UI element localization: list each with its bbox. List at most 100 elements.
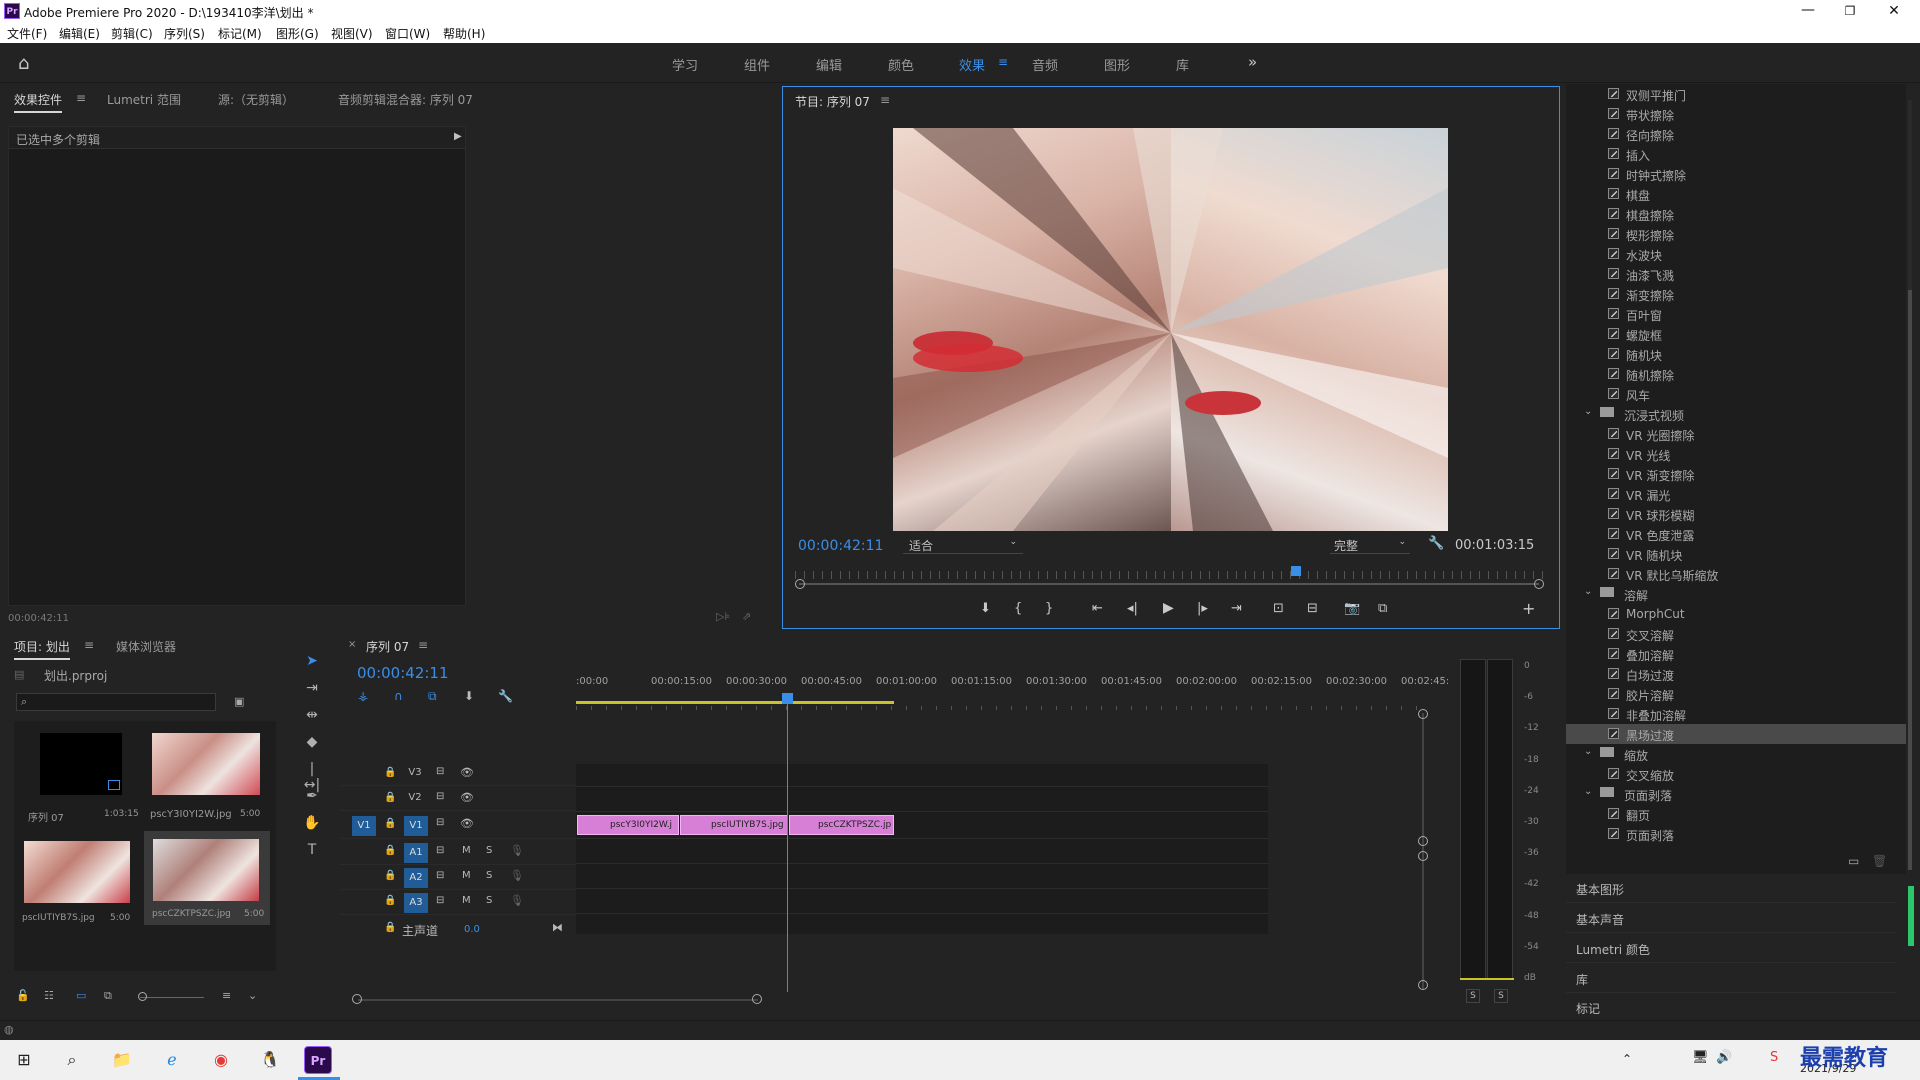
menu-sequence[interactable]: 序列(S) (164, 25, 205, 42)
effect-item[interactable]: 胶片溶解 (1566, 684, 1906, 704)
panel-menu-icon[interactable]: ≡ (76, 91, 86, 105)
eye-icon[interactable]: 👁 (460, 817, 474, 830)
microphone-icon[interactable]: 🎙 (510, 869, 524, 882)
menu-graphics[interactable]: 图形(G) (276, 25, 319, 42)
effect-item[interactable]: VR 默比乌斯缩放 (1566, 564, 1906, 584)
effect-item[interactable]: MorphCut (1566, 604, 1906, 624)
slider-knob[interactable] (138, 992, 147, 1001)
ime-icon[interactable]: S (1770, 1050, 1778, 1065)
effects-folder[interactable]: ⌄ 页面剥落 (1566, 784, 1906, 804)
chevron-down-icon[interactable]: ⌄ (1584, 406, 1592, 417)
track-label[interactable]: V2 (404, 792, 426, 803)
effect-item[interactable]: VR 随机块 (1566, 544, 1906, 564)
lock-icon[interactable]: 🔒 (384, 895, 396, 906)
new-search-bin-icon[interactable]: ▣ (234, 695, 244, 708)
tab-sequence[interactable]: 序列 07 (366, 638, 409, 655)
project-item[interactable]: pscIUTIYB7S.jpg 5:00 (18, 837, 136, 939)
program-current-timecode[interactable]: 00:00:42:11 (798, 538, 883, 554)
effect-item[interactable]: VR 漏光 (1566, 484, 1906, 504)
lock-icon[interactable]: 🔒 (384, 792, 396, 803)
effect-item[interactable]: 百叶窗 (1566, 304, 1906, 324)
track-label[interactable]: A2 (404, 868, 428, 888)
show-hidden-icons[interactable]: ⌃ (1622, 1052, 1632, 1066)
effect-item[interactable]: 白场过渡 (1566, 664, 1906, 684)
export-icon[interactable]: ⇗ (742, 610, 751, 623)
tab-lumetri-scopes[interactable]: Lumetri 范围 (107, 91, 181, 108)
delete-icon[interactable]: 🗑 (1872, 854, 1887, 868)
step-forward-icon[interactable]: |▸ (1197, 601, 1208, 616)
add-marker-icon[interactable]: ⬇ (980, 601, 991, 616)
slip-tool-icon[interactable]: |↔| (302, 761, 322, 793)
more-workspaces-icon[interactable]: » (1248, 53, 1257, 71)
zoom-handle-left[interactable] (795, 579, 805, 589)
play-icon[interactable]: ▶ (1163, 600, 1174, 616)
source-patch-v1[interactable]: V1 (352, 816, 376, 836)
tab-audio-clip-mixer[interactable]: 音频剪辑混合器: 序列 07 (338, 91, 473, 108)
scroll-handle[interactable] (1418, 836, 1428, 846)
network-icon[interactable]: 🖥 (1692, 1050, 1709, 1065)
section-lumetri-color[interactable]: Lumetri 颜色 (1566, 934, 1896, 963)
work-area-bar[interactable] (576, 701, 894, 704)
effect-item[interactable]: 水波块 (1566, 244, 1906, 264)
sync-lock-icon[interactable]: ⊟ (436, 870, 444, 881)
program-playhead[interactable] (1291, 566, 1301, 576)
section-essential-sound[interactable]: 基本声音 (1566, 904, 1896, 933)
menu-help[interactable]: 帮助(H) (443, 25, 485, 42)
extract-icon[interactable]: ⊟ (1307, 601, 1318, 616)
sort-icon[interactable]: ≡ (222, 989, 231, 1002)
chevron-down-icon[interactable]: ⌄ (1584, 746, 1592, 757)
menu-window[interactable]: 窗口(W) (385, 25, 430, 42)
effect-item[interactable]: VR 渐变擦除 (1566, 464, 1906, 484)
sync-lock-icon[interactable]: ⊟ (436, 791, 444, 802)
track-select-tool-icon[interactable]: ⇥ (302, 680, 322, 700)
nest-toggle-icon[interactable]: ⚶ (358, 689, 368, 703)
solo-button[interactable]: S (486, 845, 492, 856)
type-tool-icon[interactable]: T (302, 842, 322, 862)
selection-tool-icon[interactable]: ➤ (302, 653, 322, 673)
project-item-selected[interactable]: pscCZKTPSZC.jpg 5:00 (144, 831, 270, 925)
timeline-clip[interactable]: pscY3I0YI2W.j (577, 815, 679, 835)
timeline-menu-icon[interactable]: ≡ (418, 638, 428, 652)
premiere-taskbar-icon[interactable]: Pr (304, 1046, 332, 1074)
sync-lock-icon[interactable]: ⊟ (436, 817, 444, 828)
solo-button[interactable]: S (486, 870, 492, 881)
new-bin-icon[interactable]: ▭ (1848, 854, 1859, 868)
effects-scroll-thumb[interactable] (1908, 290, 1912, 870)
microphone-icon[interactable]: 🎙 (510, 844, 524, 857)
quality-dropdown[interactable]: 完整 ⌄ (1330, 536, 1410, 554)
scroll-handle[interactable] (1418, 709, 1428, 719)
filter-icon[interactable]: ▷⊧ (716, 610, 730, 623)
home-icon[interactable]: ⌂ (18, 53, 38, 74)
wrench-icon[interactable]: 🔧 (1428, 536, 1444, 551)
effect-item[interactable]: 径向擦除 (1566, 124, 1906, 144)
workspace-assembly[interactable]: 组件 (744, 55, 770, 74)
menu-view[interactable]: 视图(V) (331, 25, 373, 42)
zoom-handle-right[interactable] (1534, 579, 1544, 589)
tab-media-browser[interactable]: 媒体浏览器 (116, 638, 176, 655)
ripple-edit-tool-icon[interactable]: ⇹ (302, 707, 322, 727)
linked-selection-icon[interactable]: ⧉ (428, 689, 437, 704)
mark-out-icon[interactable]: } (1045, 601, 1053, 616)
workspace-menu-icon[interactable]: ≡ (998, 55, 1008, 69)
comparison-view-icon[interactable]: ⧉ (1378, 601, 1387, 616)
mute-button[interactable]: M (462, 895, 471, 906)
windows-start-icon[interactable]: ⊞ (10, 1046, 38, 1074)
lock-icon[interactable]: 🔒 (384, 870, 396, 881)
lock-icon[interactable]: 🔒 (384, 922, 396, 933)
go-to-out-icon[interactable]: ⇥ (1231, 601, 1242, 616)
effect-item[interactable]: 棋盘 (1566, 184, 1906, 204)
project-search-input[interactable]: ⌕ (16, 693, 216, 711)
track-label[interactable]: A3 (404, 893, 428, 913)
effect-item[interactable]: 棋盘擦除 (1566, 204, 1906, 224)
freeform-view-icon[interactable]: ⧉ (104, 989, 112, 1003)
effect-item[interactable]: VR 光圈擦除 (1566, 424, 1906, 444)
menu-markers[interactable]: 标记(M) (218, 25, 262, 42)
lock-icon[interactable]: 🔓 (16, 989, 30, 1002)
section-essential-graphics[interactable]: 基本图形 (1566, 874, 1896, 903)
track-label[interactable]: A1 (404, 843, 428, 863)
restore-button[interactable]: ❐ (1838, 0, 1862, 22)
effect-item[interactable]: 随机块 (1566, 344, 1906, 364)
close-tab-icon[interactable]: × (348, 639, 356, 650)
go-to-end-icon[interactable]: ⧓ (552, 921, 563, 934)
minimize-button[interactable]: — (1796, 0, 1820, 22)
